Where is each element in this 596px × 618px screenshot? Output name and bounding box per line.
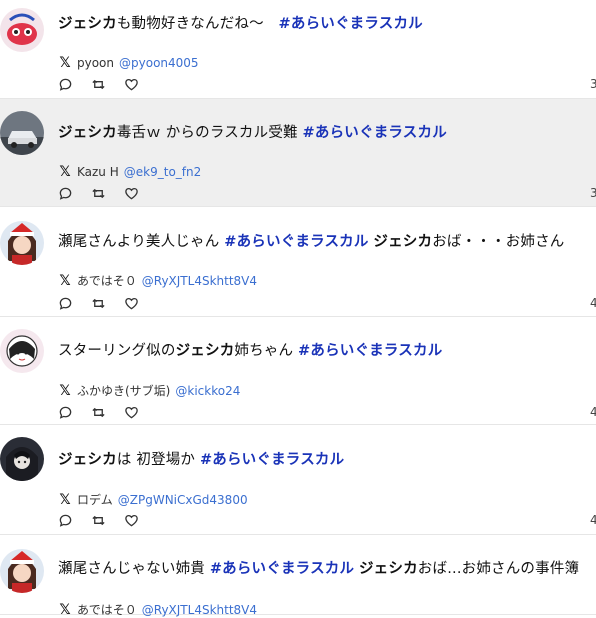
tweet-item[interactable]: ジェシカ毒舌ｗ からのラスカル受難 #あらいぐまラスカル 𝕏 Kazu H @ek9_…	[0, 99, 596, 207]
reply-icon[interactable]	[58, 186, 73, 201]
text-segment: は 初登場か	[116, 452, 200, 468]
text-segment: おば・・・お姉さん	[432, 234, 565, 250]
count-label: 3	[590, 77, 596, 91]
text-segment: 瀬尾さんじゃない姉貴	[58, 561, 210, 577]
author-handle[interactable]: @ZPgWNiCxGd43800	[118, 493, 248, 507]
tweet-text: 瀬尾さんじゃない姉貴 #あらいぐまラスカル ジェシカおば...お姉さんの事件簿	[58, 557, 579, 578]
tweet-item[interactable]: ジェシカは 初登場か #あらいぐまラスカル 𝕏 ロデム @ZPgWNiCxGd4380…	[0, 425, 596, 535]
author-line: 𝕏 Kazu H @ek9_to_fn2	[58, 164, 201, 180]
x-logo-icon: 𝕏	[59, 601, 71, 618]
hashtag-link[interactable]: #あらいぐまラスカル	[279, 16, 423, 32]
tweet-actions	[58, 296, 139, 311]
author-line: 𝕏pyoon @pyoon4005	[58, 55, 199, 71]
author-handle[interactable]: @pyoon4005	[119, 56, 199, 70]
keyword-highlight: ジェシカ	[358, 561, 418, 577]
avatar[interactable]	[0, 8, 44, 52]
count-label: 3	[590, 186, 596, 200]
text-segment: も動物好きなんだね〜	[116, 16, 279, 32]
x-logo-icon: 𝕏	[59, 55, 71, 71]
reply-icon[interactable]	[58, 513, 73, 528]
tweet-actions	[58, 77, 139, 92]
hashtag-link[interactable]: #あらいぐまラスカル	[298, 343, 442, 359]
tweet-item[interactable]: ジェシカも動物好きなんだね〜 #あらいぐまラスカル 𝕏pyoon @pyoon400…	[0, 0, 596, 99]
text-segment: おば...お姉さんの事件簿	[417, 561, 580, 577]
tweet-item[interactable]: 瀬尾さんじゃない姉貴 #あらいぐまラスカル ジェシカおば...お姉さんの事件簿 𝕏…	[0, 535, 596, 618]
reply-icon[interactable]	[58, 77, 73, 92]
author-handle[interactable]: @RyXJTL4Skhtt8V4	[142, 603, 257, 617]
x-logo-icon: 𝕏	[59, 382, 71, 399]
like-icon[interactable]	[124, 77, 139, 92]
like-icon[interactable]	[124, 296, 139, 311]
tweet-text: ジェシカは 初登場か #あらいぐまラスカル	[58, 448, 344, 469]
author-handle[interactable]: @RyXJTL4Skhtt8V4	[142, 274, 257, 288]
avatar[interactable]	[0, 549, 44, 593]
tweet-text: スターリング似のジェシカ姉ちゃん #あらいぐまラスカル	[58, 339, 442, 360]
x-logo-icon: 𝕏	[59, 491, 71, 508]
keyword-highlight: ジェシカ	[58, 452, 117, 468]
keyword-highlight: ジェシカ	[58, 125, 117, 141]
author-handle[interactable]: @ek9_to_fn2	[124, 165, 201, 179]
count-label: 4	[590, 296, 596, 310]
tweet-actions	[58, 186, 139, 201]
retweet-icon[interactable]	[91, 186, 106, 201]
retweet-icon[interactable]	[91, 77, 106, 92]
text-segment: 瀬尾さんより美人じゃん	[58, 234, 225, 250]
avatar[interactable]	[0, 221, 44, 265]
x-logo-icon: 𝕏	[59, 272, 71, 289]
keyword-highlight: ジェシカ	[58, 16, 117, 32]
tweet-text: ジェシカも動物好きなんだね〜 #あらいぐまラスカル	[58, 12, 423, 33]
author-name[interactable]: ロデム	[77, 491, 113, 508]
like-icon[interactable]	[124, 186, 139, 201]
count-label: 4	[590, 405, 596, 419]
tweet-text: 瀬尾さんより美人じゃん #あらいぐまラスカル ジェシカおば・・・お姉さん	[58, 230, 565, 251]
hashtag-link[interactable]: #あらいぐまラスカル	[210, 561, 354, 577]
hashtag-link[interactable]: #あらいぐまラスカル	[224, 234, 368, 250]
text-segment: 毒舌ｗ からのラスカル受難	[116, 125, 303, 141]
keyword-highlight: ジェシカ	[175, 343, 235, 359]
author-name[interactable]: あではそ０	[77, 601, 137, 618]
tweet-actions	[58, 405, 139, 420]
reply-icon[interactable]	[58, 405, 73, 420]
like-icon[interactable]	[124, 513, 139, 528]
hashtag-link[interactable]: #あらいぐまラスカル	[303, 125, 447, 141]
like-icon[interactable]	[124, 405, 139, 420]
retweet-icon[interactable]	[91, 296, 106, 311]
author-handle[interactable]: @kickko24	[175, 384, 240, 398]
avatar[interactable]	[0, 111, 44, 155]
retweet-icon[interactable]	[91, 513, 106, 528]
count-label: 4	[590, 513, 596, 527]
author-line: 𝕏 ロデム @ZPgWNiCxGd43800	[58, 491, 248, 508]
keyword-highlight: ジェシカ	[373, 234, 433, 250]
author-name[interactable]: ふかゆき(サブ垢)	[77, 382, 170, 399]
author-name[interactable]: あではそ０	[77, 272, 137, 289]
tweet-item[interactable]: 瀬尾さんより美人じゃん #あらいぐまラスカル ジェシカおば・・・お姉さん 𝕏 あでは…	[0, 207, 596, 317]
author-name[interactable]: pyoon	[77, 56, 114, 70]
hashtag-link[interactable]: #あらいぐまラスカル	[200, 452, 344, 468]
author-name[interactable]: Kazu H	[77, 165, 119, 179]
retweet-icon[interactable]	[91, 405, 106, 420]
avatar[interactable]	[0, 329, 44, 373]
tweet-item[interactable]: スターリング似のジェシカ姉ちゃん #あらいぐまラスカル 𝕏 ふかゆき(サブ垢) @ki…	[0, 317, 596, 425]
avatar[interactable]	[0, 437, 44, 481]
text-segment: 姉ちゃん	[234, 343, 299, 359]
tweet-actions	[58, 513, 139, 528]
tweet-text: ジェシカ毒舌ｗ からのラスカル受難 #あらいぐまラスカル	[58, 121, 447, 142]
author-line: 𝕏 あではそ０ @RyXJTL4Skhtt8V4	[58, 601, 257, 618]
author-line: 𝕏 ふかゆき(サブ垢) @kickko24	[58, 382, 240, 399]
reply-icon[interactable]	[58, 296, 73, 311]
author-line: 𝕏 あではそ０ @RyXJTL4Skhtt8V4	[58, 272, 257, 289]
x-logo-icon: 𝕏	[59, 164, 71, 180]
text-segment: スターリング似の	[58, 343, 176, 359]
